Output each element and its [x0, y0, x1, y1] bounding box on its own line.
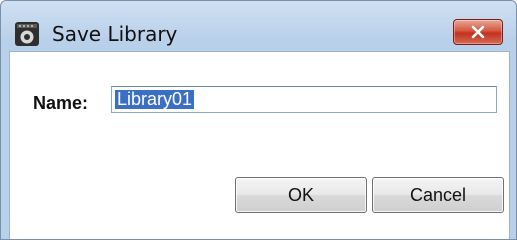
- name-input-value: Library01: [115, 89, 195, 109]
- close-button[interactable]: [453, 19, 503, 45]
- ok-button[interactable]: OK: [235, 177, 367, 213]
- name-input[interactable]: Library01: [111, 86, 497, 113]
- mixer-console-icon: [14, 21, 40, 47]
- save-library-dialog: Save Library Name: Library01 OK Cancel: [0, 0, 517, 240]
- window-title: Save Library: [52, 22, 178, 46]
- title-bar[interactable]: Save Library: [1, 1, 516, 49]
- dialog-body: Name: Library01 OK Cancel: [9, 51, 510, 239]
- name-label: Name:: [33, 93, 89, 113]
- close-icon: [471, 25, 485, 39]
- cancel-button[interactable]: Cancel: [372, 177, 504, 213]
